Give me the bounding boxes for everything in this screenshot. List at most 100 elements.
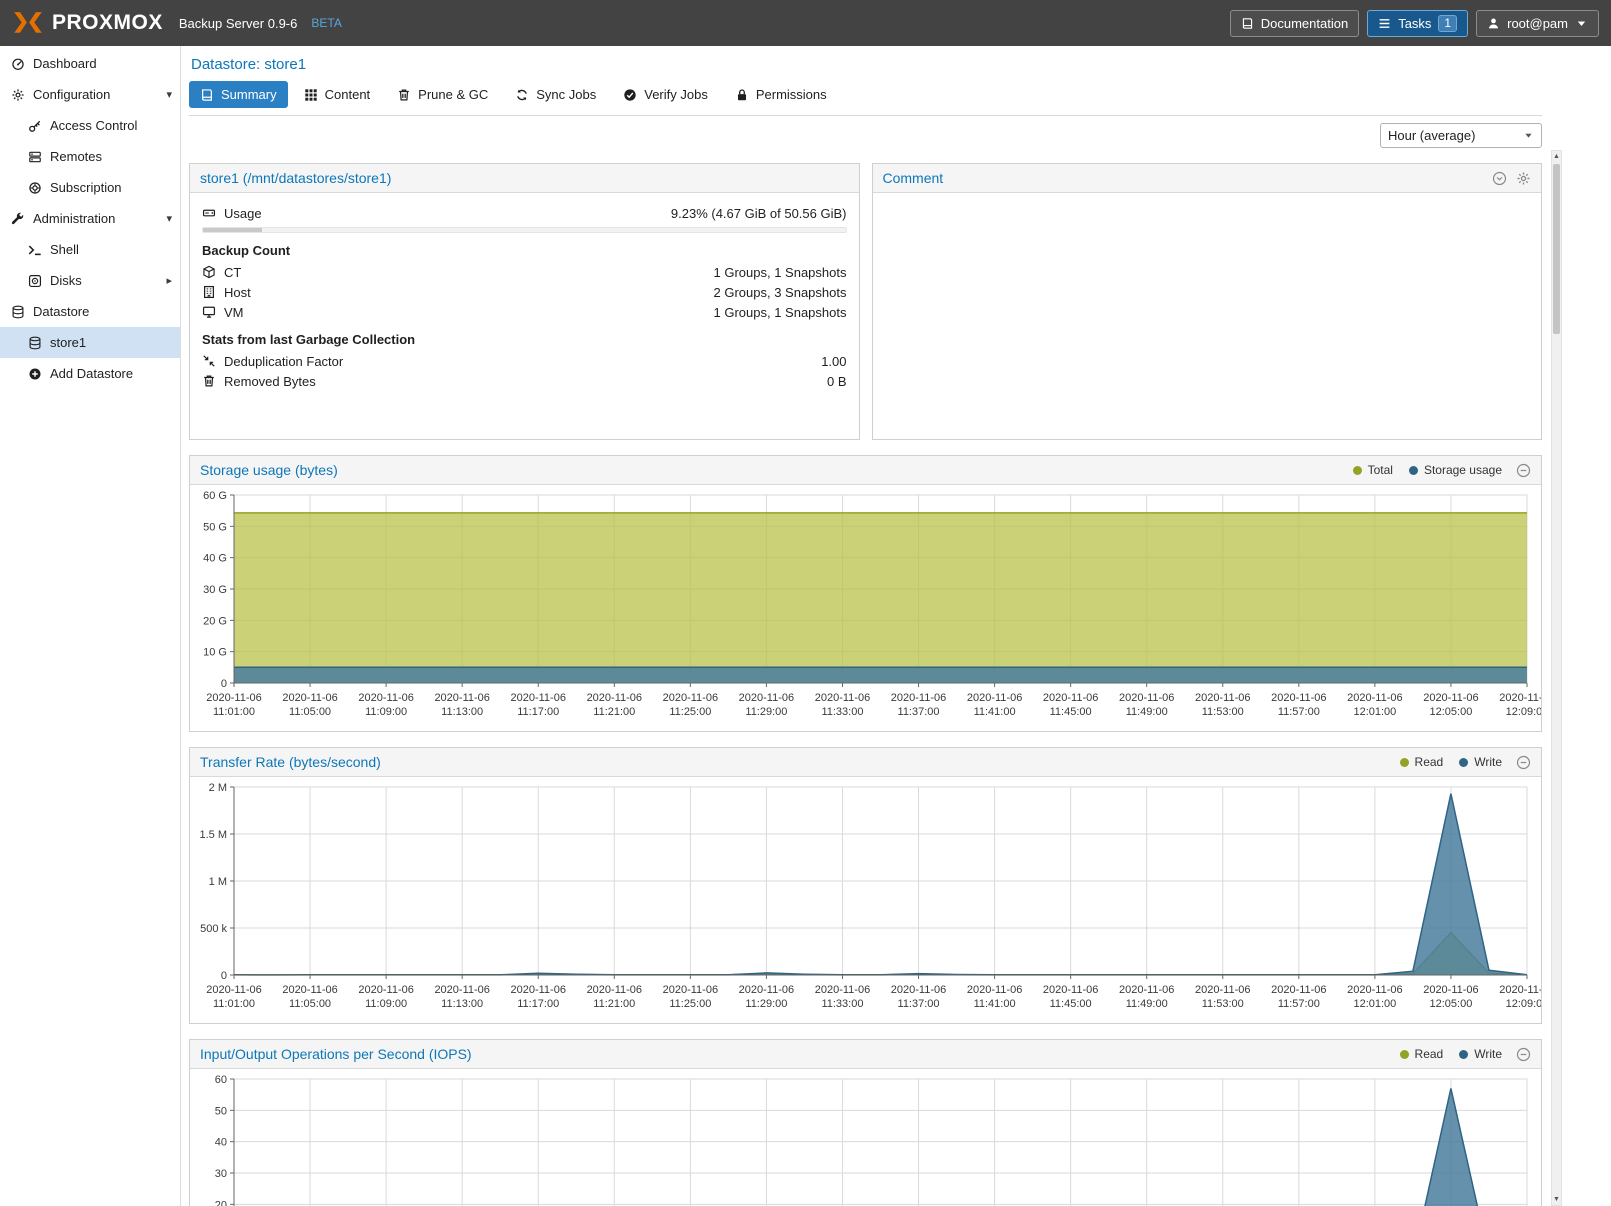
tab-verify-jobs[interactable]: Verify Jobs — [612, 81, 719, 108]
legend-dot — [1459, 758, 1468, 767]
transfer-rate-chart: 0500 k1 M1.5 M2 M2020-11-0611:01:002020-… — [190, 777, 1541, 1023]
sidebar-item-shell[interactable]: Shell — [0, 234, 180, 265]
sidebar-item-administration[interactable]: Administration▾ — [0, 203, 180, 234]
sidebar-item-configuration[interactable]: Configuration▾ — [0, 79, 180, 110]
svg-text:11:45:00: 11:45:00 — [1050, 706, 1092, 718]
usage-progress-bar — [202, 227, 847, 233]
svg-text:40: 40 — [215, 1137, 227, 1149]
grid-icon — [304, 88, 318, 102]
svg-text:2020-11-06: 2020-11-06 — [282, 984, 337, 996]
sidebar-item-store1[interactable]: store1 — [0, 327, 180, 358]
gear-icon[interactable] — [1516, 171, 1531, 186]
svg-text:2020-11-06: 2020-11-06 — [739, 984, 794, 996]
svg-text:0: 0 — [221, 970, 227, 982]
panel-title: Storage usage (bytes) — [200, 462, 1353, 478]
tab-prune-gc[interactable]: Prune & GC — [386, 81, 499, 108]
scroll-thumb[interactable] — [1553, 164, 1560, 334]
sidebar-item-disks[interactable]: Disks▸ — [0, 265, 180, 296]
gears-icon — [11, 88, 25, 102]
tab-summary[interactable]: Summary — [189, 81, 288, 108]
book-icon — [1241, 17, 1254, 30]
time-range-select[interactable]: Hour (average) — [1380, 123, 1542, 148]
collapse-icon[interactable] — [1516, 755, 1531, 770]
section-heading: Backup Count — [202, 243, 847, 258]
svg-text:60: 60 — [215, 1074, 227, 1086]
panel-title: Input/Output Operations per Second (IOPS… — [200, 1046, 1400, 1062]
svg-text:12:01:00: 12:01:00 — [1353, 706, 1396, 718]
row-label: Deduplication Factor — [224, 354, 343, 369]
svg-text:2020-11-06: 2020-11-06 — [1347, 984, 1402, 996]
svg-text:11:49:00: 11:49:00 — [1126, 706, 1168, 718]
collapse-icon[interactable] — [1492, 171, 1507, 186]
scroll-up-arrow[interactable]: ▲ — [1553, 151, 1560, 162]
svg-text:20 G: 20 G — [203, 615, 227, 627]
svg-text:2020-11-06: 2020-11-06 — [1195, 984, 1250, 996]
svg-text:11:25:00: 11:25:00 — [669, 706, 711, 718]
tab-sync-jobs[interactable]: Sync Jobs — [504, 81, 607, 108]
svg-text:11:53:00: 11:53:00 — [1202, 706, 1244, 718]
svg-text:11:41:00: 11:41:00 — [974, 998, 1016, 1010]
sidebar-item-add-datastore[interactable]: Add Datastore — [0, 358, 180, 389]
svg-text:2020-11-06: 2020-11-06 — [358, 984, 413, 996]
server-icon — [28, 150, 42, 164]
plus-circle-icon — [28, 367, 42, 381]
datastore-summary-panel: store1 (/mnt/datastores/store1) Usage9.2… — [189, 163, 860, 440]
tasks-button[interactable]: Tasks 1 — [1367, 10, 1468, 37]
panel-title: Transfer Rate (bytes/second) — [200, 754, 1400, 770]
svg-text:11:37:00: 11:37:00 — [898, 706, 940, 718]
iops-panel: Input/Output Operations per Second (IOPS… — [189, 1039, 1542, 1206]
svg-text:1.5 M: 1.5 M — [199, 829, 227, 841]
svg-text:11:49:00: 11:49:00 — [1126, 998, 1168, 1010]
monitor-icon — [202, 305, 216, 319]
sidebar-item-access-control[interactable]: Access Control — [0, 110, 180, 141]
legend-dot — [1409, 466, 1418, 475]
svg-text:30: 30 — [215, 1168, 227, 1180]
scrollbar[interactable]: ▲ ▼ — [1551, 150, 1562, 1206]
svg-text:11:17:00: 11:17:00 — [517, 706, 559, 718]
svg-text:2020-11-06: 2020-11-06 — [891, 692, 946, 704]
row-value: 1 Groups, 1 Snapshots — [714, 265, 847, 280]
scroll-down-arrow[interactable]: ▼ — [1553, 1194, 1560, 1205]
key-icon — [28, 119, 42, 133]
collapse-icon[interactable] — [1516, 1047, 1531, 1062]
database-icon — [28, 336, 42, 350]
svg-text:2 M: 2 M — [209, 782, 227, 794]
svg-text:11:01:00: 11:01:00 — [213, 998, 255, 1010]
terminal-icon — [28, 243, 42, 257]
svg-text:11:45:00: 11:45:00 — [1050, 998, 1092, 1010]
svg-text:11:57:00: 11:57:00 — [1278, 706, 1320, 718]
svg-text:2020-11-06: 2020-11-06 — [967, 984, 1022, 996]
tab-content[interactable]: Content — [293, 81, 382, 108]
legend-item-write: Write — [1459, 755, 1502, 769]
beta-link[interactable]: BETA — [311, 16, 341, 30]
chart-legend: ReadWrite — [1400, 1047, 1502, 1061]
svg-text:2020-11-06: 2020-11-06 — [1423, 984, 1478, 996]
svg-text:12:09:00: 12:09:00 — [1506, 706, 1541, 718]
svg-text:2020-11-06: 2020-11-06 — [1499, 692, 1541, 704]
user-menu-button[interactable]: root@pam — [1476, 10, 1599, 37]
chevron-down-icon: ▾ — [166, 88, 172, 101]
svg-text:11:41:00: 11:41:00 — [974, 706, 1016, 718]
svg-text:2020-11-06: 2020-11-06 — [1499, 984, 1541, 996]
svg-text:2020-11-06: 2020-11-06 — [511, 692, 566, 704]
compress-icon — [202, 354, 216, 368]
svg-text:2020-11-06: 2020-11-06 — [663, 692, 718, 704]
task-list-icon — [1378, 17, 1391, 30]
legend-dot — [1400, 1050, 1409, 1059]
book-icon — [200, 88, 214, 102]
tab-permissions[interactable]: Permissions — [724, 81, 838, 108]
svg-text:12:09:00: 12:09:00 — [1506, 998, 1541, 1010]
row-label: Removed Bytes — [224, 374, 316, 389]
sidebar-item-datastore[interactable]: Datastore — [0, 296, 180, 327]
sidebar-item-remotes[interactable]: Remotes — [0, 141, 180, 172]
sidebar-item-subscription[interactable]: Subscription — [0, 172, 180, 203]
documentation-button[interactable]: Documentation — [1230, 10, 1359, 37]
sidebar-item-dashboard[interactable]: Dashboard — [0, 48, 180, 79]
svg-text:2020-11-06: 2020-11-06 — [358, 692, 413, 704]
svg-text:2020-11-06: 2020-11-06 — [1119, 984, 1174, 996]
summary-row: Removed Bytes0 B — [202, 371, 847, 391]
user-icon — [1487, 17, 1500, 30]
row-label: Usage — [224, 206, 262, 221]
collapse-icon[interactable] — [1516, 463, 1531, 478]
comment-body[interactable] — [873, 193, 1542, 213]
